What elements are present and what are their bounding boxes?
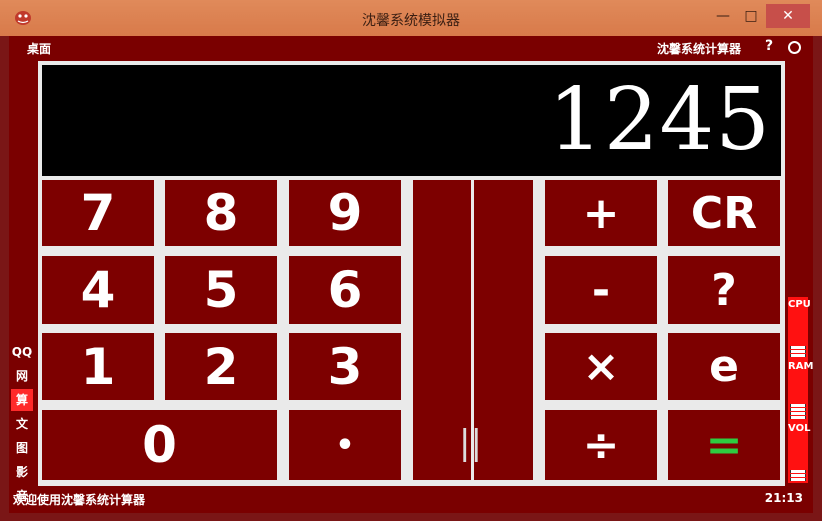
- key-add[interactable]: +: [545, 180, 657, 246]
- key-e[interactable]: e: [668, 333, 780, 400]
- key-decimal[interactable]: •: [289, 410, 401, 480]
- app-frame: 桌面 沈馨系统计算器 ? QQ 网 算 文 图 影 音 1245 7 8 9 4…: [9, 36, 813, 513]
- app-name-label: 沈馨系统计算器: [657, 42, 742, 56]
- key-divide[interactable]: ÷: [545, 410, 657, 480]
- key-7[interactable]: 7: [42, 180, 154, 246]
- key-6[interactable]: 6: [289, 256, 401, 324]
- minimize-button[interactable]: —: [710, 6, 736, 26]
- status-clock: 21:13: [764, 491, 803, 505]
- key-5[interactable]: 5: [165, 256, 277, 324]
- power-icon[interactable]: [788, 41, 801, 54]
- desktop-link[interactable]: 桌面: [27, 40, 51, 57]
- launcher-item-web[interactable]: 网: [11, 365, 33, 387]
- key-0[interactable]: 0: [42, 410, 277, 480]
- system-meters: CPU RAM VOL: [787, 60, 814, 486]
- cpu-meter-bars: [790, 345, 806, 357]
- app-topbar: 桌面 沈馨系统计算器 ?: [9, 36, 813, 58]
- calculator-display: 1245: [42, 65, 781, 176]
- app-launcher-sidebar: QQ 网 算 文 图 影 音: [11, 60, 35, 503]
- key-clear[interactable]: CR: [668, 180, 780, 246]
- window-title: 沈馨系统模拟器: [362, 13, 460, 29]
- status-message: 欢迎使用沈馨系统计算器: [13, 493, 146, 507]
- key-1[interactable]: 1: [42, 333, 154, 400]
- key-4[interactable]: 4: [42, 256, 154, 324]
- key-8[interactable]: 8: [165, 180, 277, 246]
- input-cursor: ||: [459, 423, 482, 463]
- vol-meter-label: VOL: [788, 423, 811, 434]
- calculator: 1245 7 8 9 4 5 6 1 2 3 0 • || + CR - ? ×…: [38, 61, 785, 486]
- ram-meter-label: RAM: [788, 361, 814, 372]
- launcher-item-qq[interactable]: QQ: [11, 341, 33, 363]
- ram-meter-bars: [790, 403, 806, 419]
- key-9[interactable]: 9: [289, 180, 401, 246]
- tall-key-right[interactable]: [474, 180, 533, 480]
- launcher-menu: QQ 网 算 文 图 影 音: [11, 341, 35, 509]
- key-2[interactable]: 2: [165, 333, 277, 400]
- key-subtract[interactable]: -: [545, 256, 657, 324]
- status-bar: 欢迎使用沈馨系统计算器 21:13: [9, 488, 813, 510]
- maximize-button[interactable]: □: [738, 6, 764, 26]
- vol-meter: VOL: [788, 421, 811, 483]
- close-button[interactable]: ✕: [766, 4, 810, 28]
- launcher-item-image[interactable]: 图: [11, 437, 33, 459]
- launcher-item-calculator[interactable]: 算: [11, 389, 33, 411]
- key-equals[interactable]: =: [668, 410, 780, 480]
- key-multiply[interactable]: ×: [545, 333, 657, 400]
- key-question[interactable]: ?: [668, 256, 780, 324]
- key-3[interactable]: 3: [289, 333, 401, 400]
- ram-meter: RAM: [788, 359, 814, 421]
- launcher-item-video[interactable]: 影: [11, 461, 33, 483]
- cpu-meter-label: CPU: [788, 299, 811, 310]
- window-titlebar: 沈馨系统模拟器 — □ ✕: [0, 0, 822, 36]
- help-button[interactable]: ?: [765, 38, 773, 54]
- launcher-item-text[interactable]: 文: [11, 413, 33, 435]
- cpu-meter: CPU: [788, 297, 811, 359]
- vol-meter-bars: [790, 469, 806, 481]
